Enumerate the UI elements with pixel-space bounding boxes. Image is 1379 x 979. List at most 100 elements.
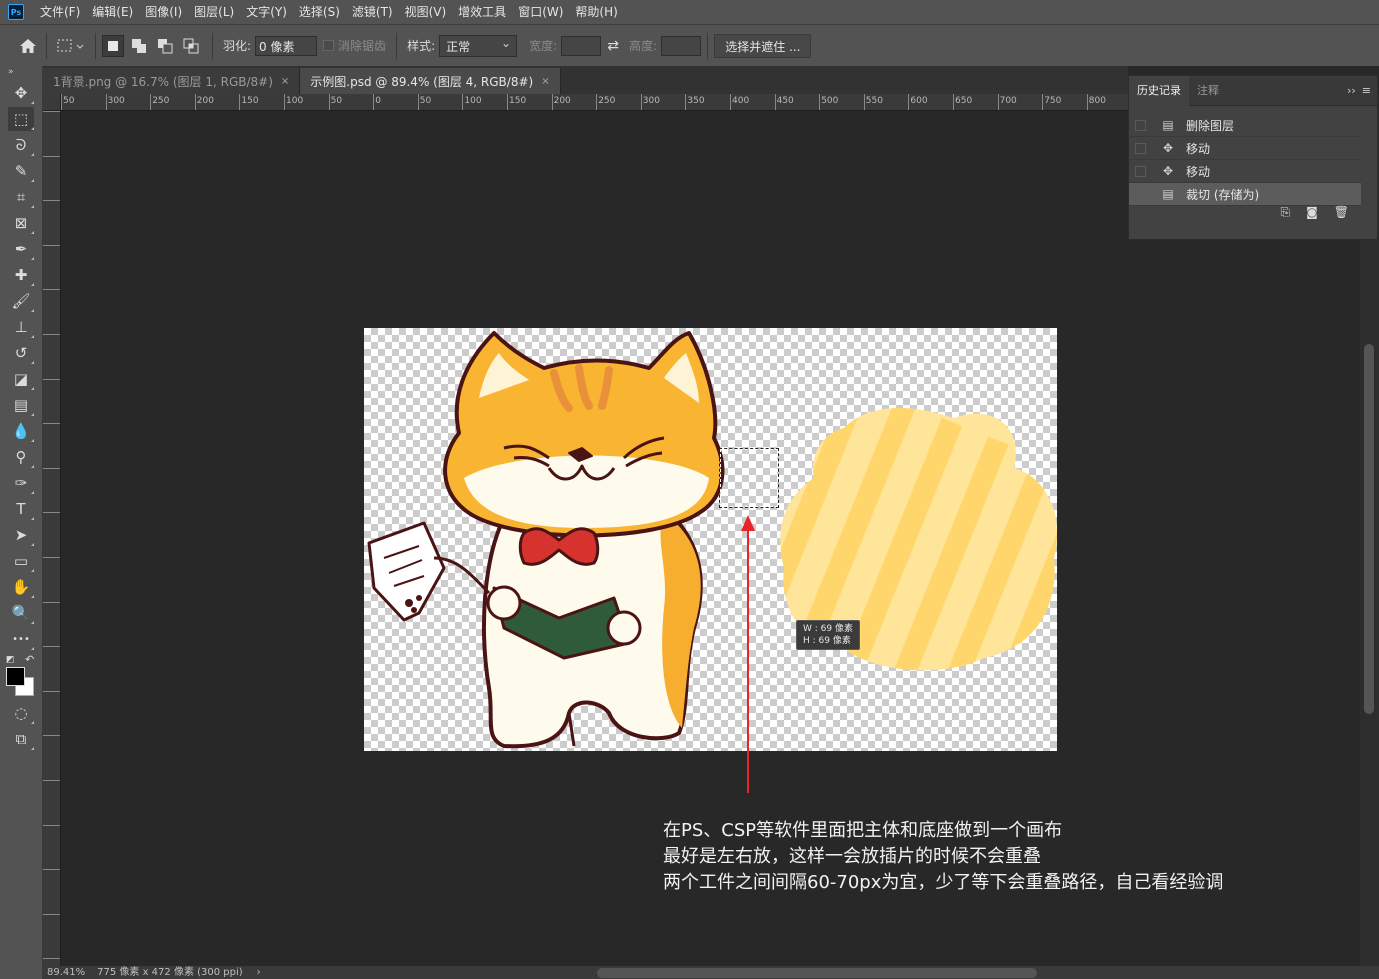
- gradient-tool-icon[interactable]: ▤: [8, 393, 34, 417]
- scrollbar-thumb[interactable]: [1364, 344, 1374, 714]
- style-select[interactable]: 正常: [439, 34, 518, 57]
- history-row[interactable]: ▤ 删除图层: [1129, 114, 1361, 137]
- magic-wand-tool-icon[interactable]: ✎: [8, 159, 34, 183]
- eyedropper-tool-icon[interactable]: ✒: [8, 237, 34, 261]
- ruler-tick: [640, 94, 642, 110]
- document-canvas[interactable]: [364, 328, 1057, 751]
- rectangle-tool-icon[interactable]: ▭: [8, 549, 34, 573]
- tooltip-height: H : 69 像素: [803, 636, 851, 646]
- horizontal-ruler[interactable]: 50 300 250 200 150 100 50 0 50 100 150 200 250 300 350…: [61, 94, 1128, 111]
- ruler-tick: [43, 378, 60, 380]
- divider: [212, 32, 213, 59]
- divider: [46, 32, 47, 59]
- history-list: ▤ 删除图层 ✥ 移动 ✥ 移动 ▤ 裁切 (存储为): [1129, 106, 1377, 206]
- snapshot-checkbox[interactable]: [1135, 119, 1146, 131]
- type-tool-icon[interactable]: T: [8, 497, 34, 521]
- frame-tool-icon[interactable]: ⊠: [8, 211, 34, 235]
- foreground-color-swatch[interactable]: [6, 667, 25, 686]
- swap-dimensions-icon[interactable]: ⇄: [601, 34, 625, 58]
- ruler-label: 550: [865, 96, 883, 106]
- menu-view[interactable]: 视图(V): [399, 0, 453, 24]
- default-colors-icon[interactable]: ◩: [6, 655, 15, 665]
- ruler-tick: [61, 94, 62, 110]
- blur-tool-icon[interactable]: 💧: [8, 419, 34, 443]
- width-input[interactable]: [561, 35, 602, 56]
- menu-select[interactable]: 选择(S): [293, 0, 346, 24]
- ruler-label: 50: [330, 96, 343, 106]
- ruler-label: 700: [999, 96, 1017, 106]
- marquee-preset-icon[interactable]: [53, 34, 89, 58]
- collapse-icon[interactable]: ››: [1347, 84, 1356, 97]
- add-selection-button[interactable]: [128, 35, 150, 57]
- menu-help[interactable]: 帮助(H): [569, 0, 623, 24]
- lasso-tool-icon[interactable]: ᘐ: [8, 133, 34, 157]
- intersect-selection-button[interactable]: [180, 35, 202, 57]
- healing-brush-tool-icon[interactable]: ✚: [8, 263, 34, 287]
- status-menu-arrow[interactable]: ›: [257, 966, 261, 979]
- brush-tool-icon[interactable]: 🖌: [8, 289, 34, 313]
- ruler-label: 250: [598, 96, 616, 106]
- menu-type[interactable]: 文字(Y): [240, 0, 293, 24]
- more-tools-icon[interactable]: •••: [8, 627, 34, 651]
- height-input[interactable]: [661, 35, 702, 56]
- dodge-tool-icon[interactable]: ⚲: [8, 445, 34, 469]
- ruler-label: 350: [687, 96, 705, 106]
- options-bar: 羽化: 0 像素 消除锯齿 样式: 正常 宽度: ⇄ 高度: 选择并遮住 ...: [0, 24, 1379, 66]
- antialias-checkbox[interactable]: [323, 40, 335, 51]
- ruler-tick: [43, 824, 60, 826]
- document-icon: ▤: [1162, 118, 1174, 132]
- tab-history[interactable]: 历史记录: [1129, 75, 1189, 106]
- marquee-tool-icon[interactable]: ⬚: [8, 107, 34, 131]
- close-icon[interactable]: ×: [281, 76, 289, 87]
- snapshot-checkbox[interactable]: [1135, 142, 1146, 154]
- clone-stamp-tool-icon[interactable]: ⊥: [8, 315, 34, 339]
- vertical-ruler[interactable]: [43, 111, 61, 966]
- canvas-artwork: [367, 331, 1057, 749]
- tab-notes[interactable]: 注释: [1189, 76, 1227, 106]
- tab-example-psd[interactable]: 示例图.psd @ 89.4% (图层 4, RGB/8#) ×: [300, 68, 561, 94]
- hand-tool-icon[interactable]: ✋: [8, 575, 34, 599]
- move-tool-icon[interactable]: ✥: [8, 81, 34, 105]
- menu-file[interactable]: 文件(F): [34, 0, 86, 24]
- ruler-label: 0: [375, 96, 381, 106]
- collapse-panel-icon[interactable]: »: [0, 66, 42, 80]
- menu-image[interactable]: 图像(I): [139, 0, 188, 24]
- swap-colors-icon[interactable]: ↶: [25, 653, 34, 666]
- menu-filter[interactable]: 滤镜(T): [346, 0, 399, 24]
- snapshot-checkbox[interactable]: [1135, 165, 1146, 177]
- menu-window[interactable]: 窗口(W): [512, 0, 569, 24]
- menu-plugins[interactable]: 增效工具: [452, 0, 512, 24]
- trash-icon[interactable]: 🗑: [1334, 205, 1349, 219]
- menu-layer[interactable]: 图层(L): [188, 0, 240, 24]
- ruler-tick: [819, 94, 821, 110]
- history-row[interactable]: ✥ 移动: [1129, 160, 1361, 183]
- new-selection-button[interactable]: [102, 34, 124, 57]
- history-brush-tool-icon[interactable]: ↺: [8, 341, 34, 365]
- subtract-selection-button[interactable]: [154, 35, 176, 57]
- marquee-selection[interactable]: [719, 448, 779, 508]
- camera-icon[interactable]: ◙: [1306, 205, 1318, 219]
- red-arrow: [741, 515, 755, 793]
- history-row[interactable]: ✥ 移动: [1129, 137, 1361, 160]
- zoom-level[interactable]: 89.41%: [47, 966, 85, 979]
- feather-input[interactable]: 0 像素: [255, 35, 318, 56]
- ruler-tick: [43, 423, 60, 425]
- path-selection-tool-icon[interactable]: ➤: [8, 523, 34, 547]
- ruler-tick: [417, 94, 419, 110]
- crop-tool-icon[interactable]: ⌗: [8, 185, 34, 209]
- close-icon[interactable]: ×: [541, 76, 549, 87]
- eraser-tool-icon[interactable]: ◪: [8, 367, 34, 391]
- pen-tool-icon[interactable]: ✑: [8, 471, 34, 495]
- panel-menu-icon[interactable]: ≡: [1362, 84, 1371, 97]
- screen-mode-icon[interactable]: ⧉: [8, 727, 34, 751]
- ruler-label: 150: [241, 96, 259, 106]
- menu-edit[interactable]: 编辑(E): [86, 0, 139, 24]
- home-icon[interactable]: [16, 34, 40, 58]
- snapshot-checkbox[interactable]: [1135, 188, 1146, 200]
- tab-background-png[interactable]: 1背景.png @ 16.7% (图层 1, RGB/8#) ×: [43, 68, 301, 94]
- horizontal-scrollbar-thumb[interactable]: [597, 968, 1037, 978]
- zoom-tool-icon[interactable]: 🔍: [8, 601, 34, 625]
- select-and-mask-button[interactable]: 选择并遮住 ...: [714, 33, 812, 58]
- new-document-from-state-icon[interactable]: ⎘: [1281, 205, 1291, 220]
- quick-mask-icon[interactable]: ◌: [8, 701, 34, 725]
